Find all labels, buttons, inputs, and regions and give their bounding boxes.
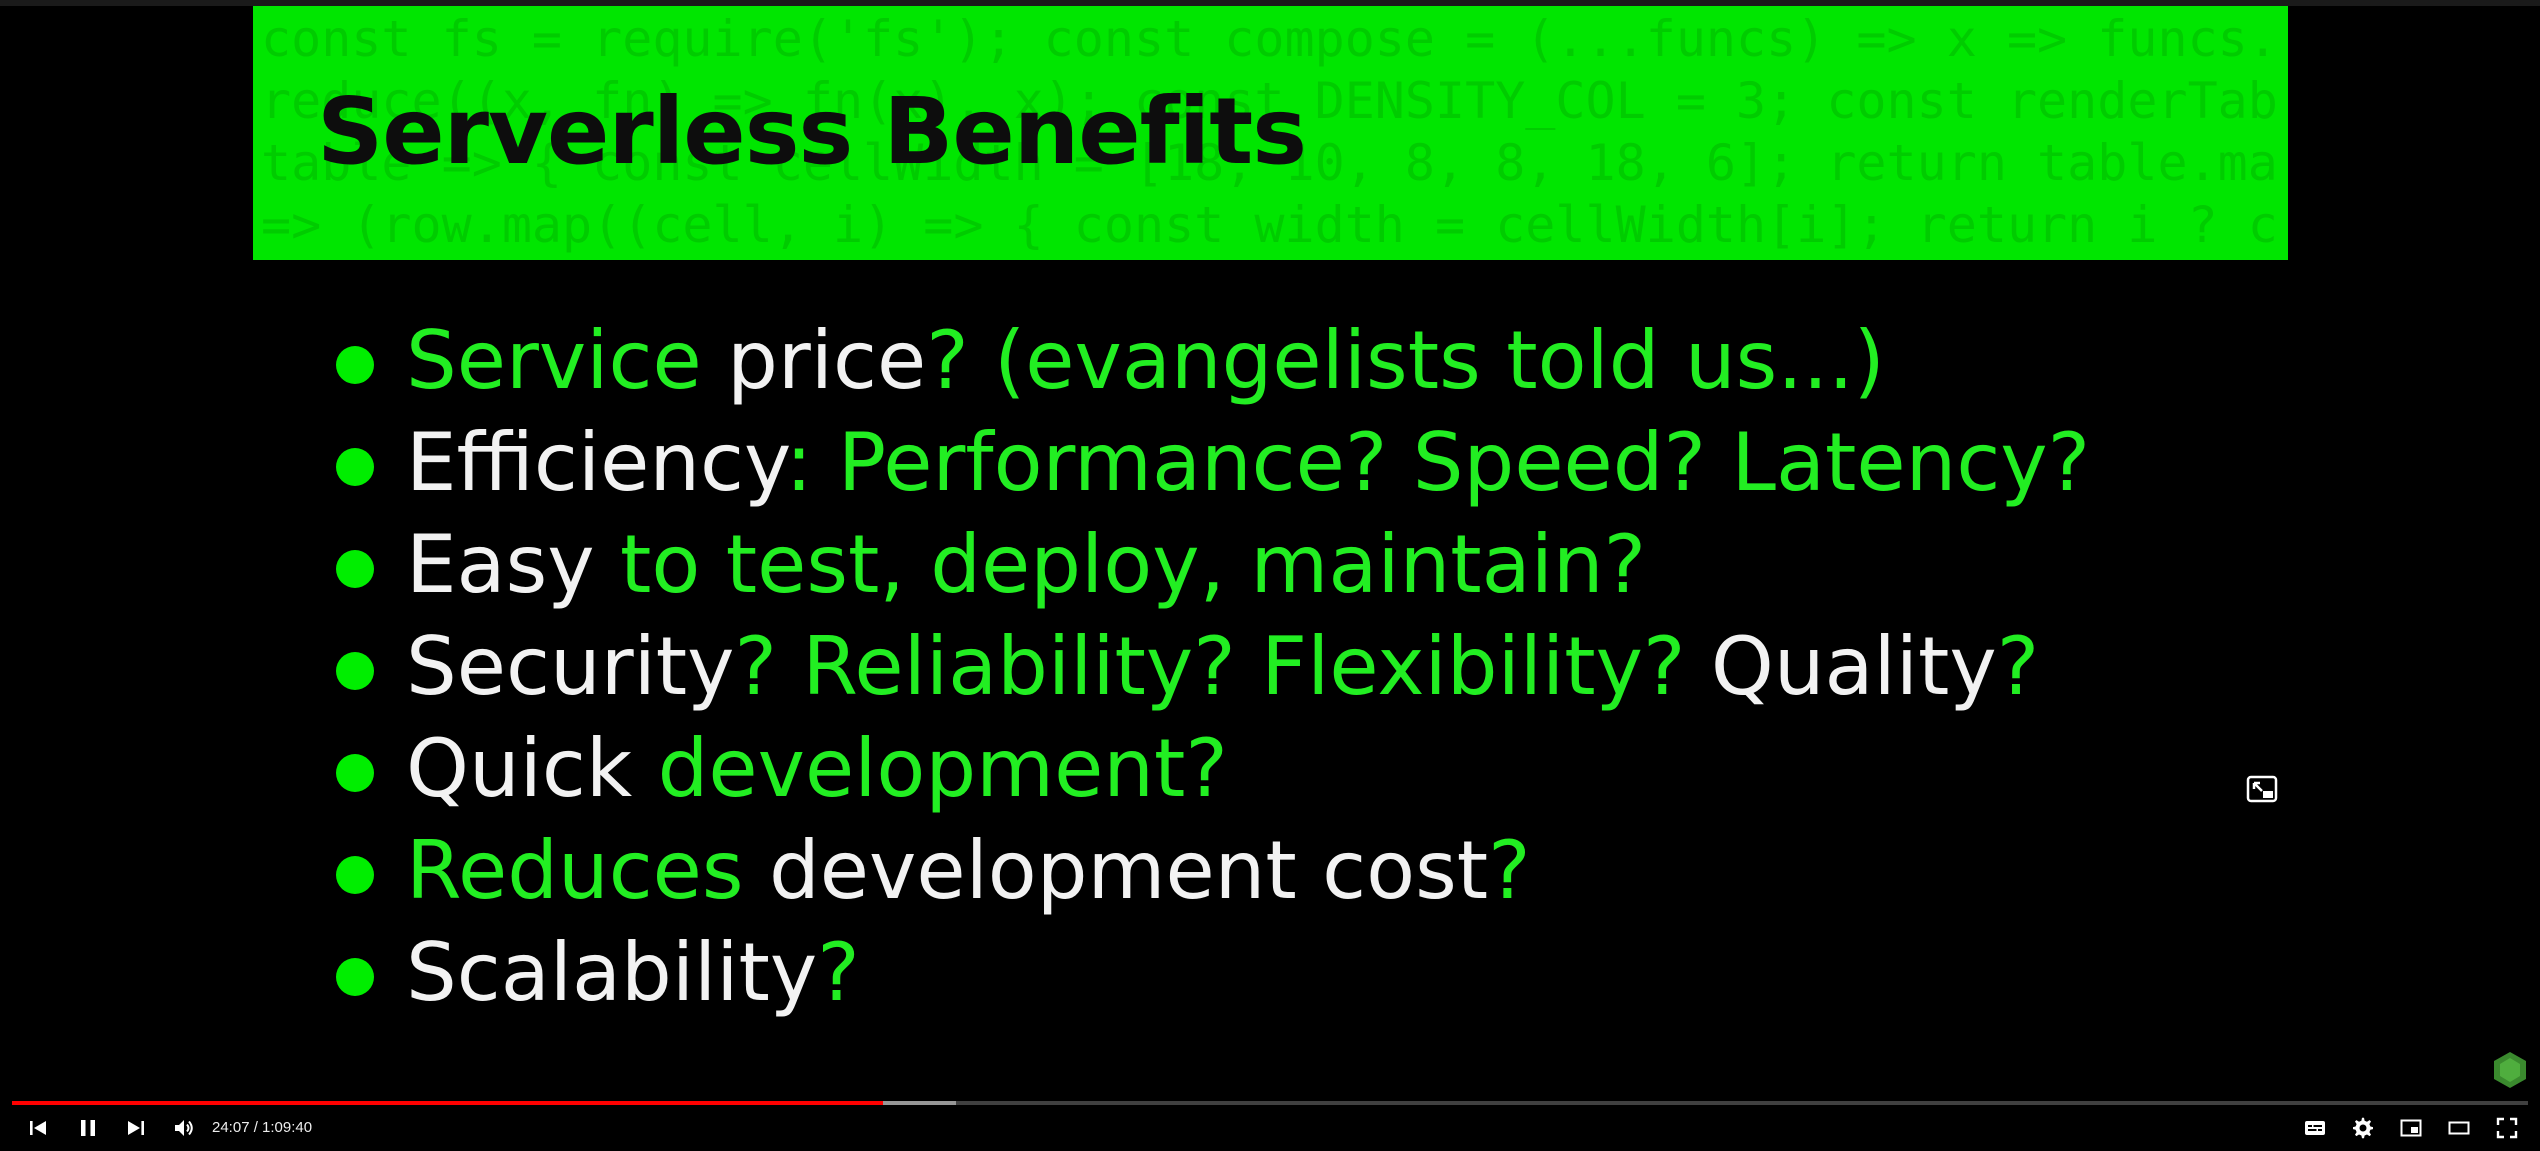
pause-button[interactable]	[68, 1108, 108, 1148]
settings-button[interactable]	[2343, 1108, 2383, 1148]
bullet-dot-icon	[336, 856, 374, 894]
bullet-text-segment: ? (evangelists told us...)	[926, 314, 1885, 407]
bullet-text-segment: ?	[1996, 620, 2040, 713]
bullet-text-segment: to test, deploy, maintain?	[620, 518, 1647, 611]
bullet-text-segment: Efficiency	[406, 416, 786, 509]
code-line: const fs = require('fs'); const compose …	[261, 10, 2278, 68]
volume-button[interactable]	[164, 1108, 204, 1148]
bullet-item: Security? Reliability? Flexibility? Qual…	[330, 616, 2090, 718]
next-icon	[128, 1121, 144, 1135]
bullet-dot-icon	[336, 550, 374, 588]
bullet-item: Service price? (evangelists told us...)	[330, 310, 2090, 412]
subtitles-button[interactable]	[2295, 1108, 2335, 1148]
bullet-text-segment: development?	[657, 722, 1228, 815]
fullscreen-button[interactable]	[2487, 1108, 2527, 1148]
video-player[interactable]: const fs = require('fs'); const compose …	[0, 0, 2540, 1151]
fullscreen-icon	[2496, 1117, 2518, 1139]
bullet-text-segment: : Performance? Speed? Latency?	[785, 416, 2091, 509]
bullet-text-segment: Reduces	[406, 824, 770, 917]
code-line: => (row.map((cell, i) => { const width =…	[261, 196, 2278, 254]
slide-title: Serverless Benefits	[317, 78, 1307, 185]
bullet-text-segment: ?	[817, 926, 860, 1019]
bullet-text-segment: Scalability	[406, 926, 818, 1019]
bullet-dot-icon	[336, 958, 374, 996]
bullet-text-segment: Security	[406, 620, 735, 713]
control-bar: 24:07 / 1:09:40	[0, 1108, 2540, 1151]
channel-logo-icon[interactable]	[2492, 1050, 2528, 1090]
previous-button[interactable]	[18, 1108, 58, 1148]
theater-mode-button[interactable]	[2439, 1108, 2479, 1148]
subtitles-icon	[2305, 1121, 2325, 1135]
next-button[interactable]	[116, 1108, 156, 1148]
pause-icon	[81, 1120, 95, 1136]
bullet-item: Quick development?	[330, 718, 2090, 820]
bullet-text-segment: Quality	[1710, 620, 1997, 713]
slide-header-banner: const fs = require('fs'); const compose …	[253, 6, 2288, 260]
theater-mode-icon	[2448, 1121, 2470, 1135]
bullet-text-segment: Easy	[406, 518, 621, 611]
bullet-text-segment: development cost	[769, 824, 1489, 917]
bullet-text-segment: ? Reliability? Flexibility?	[734, 620, 1711, 713]
bullet-item: Reduces development cost?	[330, 820, 2090, 922]
volume-icon	[175, 1120, 193, 1136]
bullet-item: Easy to test, deploy, maintain?	[330, 514, 2090, 616]
bullet-text-segment: Service	[406, 314, 728, 407]
miniplayer-icon	[2400, 1119, 2422, 1137]
bullet-text-segment: ?	[1488, 824, 1531, 917]
settings-icon	[2353, 1117, 2373, 1139]
time-display: 24:07 / 1:09:40	[212, 1119, 313, 1136]
picture-in-picture-icon[interactable]	[2245, 774, 2279, 804]
previous-icon	[30, 1121, 46, 1135]
bullet-item: Efficiency: Performance? Speed? Latency?	[330, 412, 2090, 514]
bullet-dot-icon	[336, 754, 374, 792]
bullet-item: Scalability?	[330, 922, 2090, 1024]
progress-bar[interactable]	[12, 1101, 2528, 1105]
bullet-dot-icon	[336, 652, 374, 690]
miniplayer-button[interactable]	[2391, 1108, 2431, 1148]
bullet-text-segment: price	[727, 314, 927, 407]
bullet-text-segment: Quick	[406, 722, 658, 815]
bullet-dot-icon	[336, 448, 374, 486]
progress-played	[12, 1101, 883, 1105]
bullet-dot-icon	[336, 346, 374, 384]
bullet-list: Service price? (evangelists told us...) E…	[330, 310, 2090, 1024]
